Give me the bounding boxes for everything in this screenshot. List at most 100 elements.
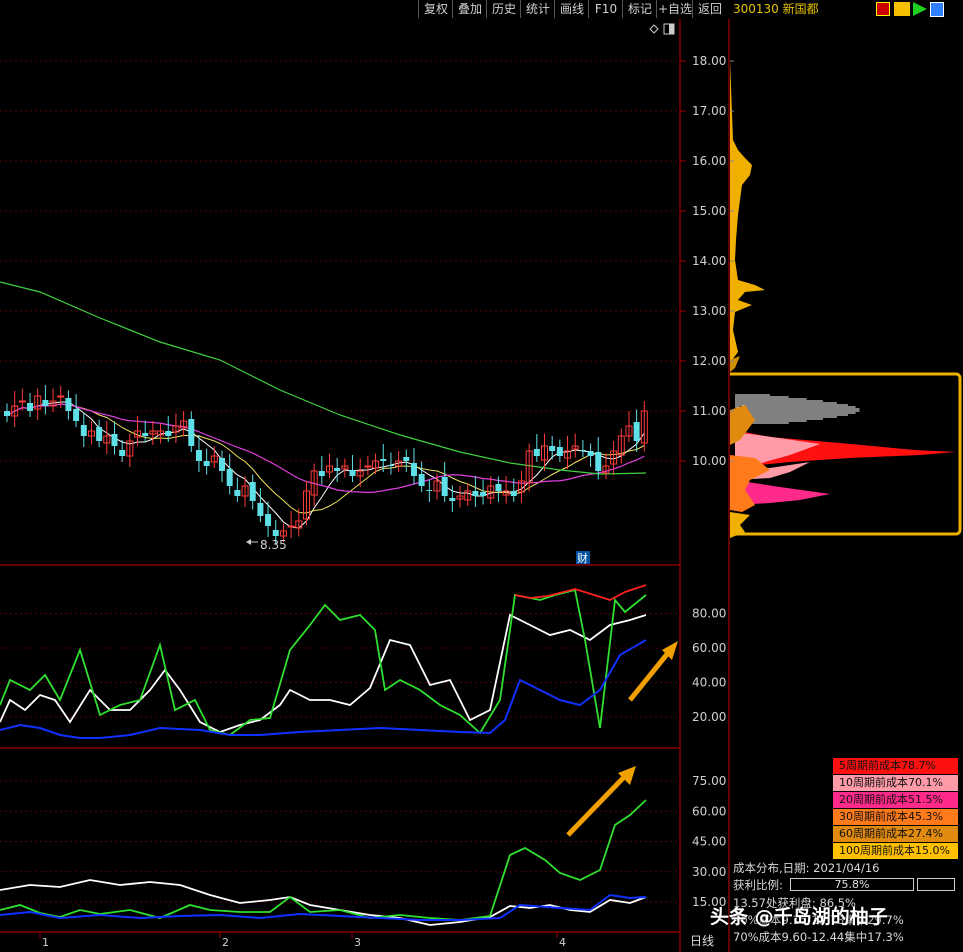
- toolbar-button-2[interactable]: 历史: [486, 0, 521, 18]
- ma5-line: [6, 401, 645, 529]
- buy-sell-icon[interactable]: [876, 2, 890, 16]
- ind2-tick-3: 30.00: [692, 865, 726, 879]
- chart-corner-icons[interactable]: [649, 23, 675, 35]
- chip-distribution-chart: [730, 60, 962, 538]
- price-tick-7: 11.00: [692, 404, 726, 418]
- chip-legend-item-3: 30周期前成本45.3%: [833, 809, 958, 825]
- ma20-line: [6, 403, 645, 494]
- top-right-icons[interactable]: [876, 2, 946, 18]
- report-icon[interactable]: [930, 2, 944, 17]
- price-tick-5: 13.00: [692, 304, 726, 318]
- candle: [57, 395, 65, 398]
- candle: [234, 490, 241, 496]
- ind2-tick-2: 45.00: [692, 835, 726, 849]
- candle: [349, 470, 356, 476]
- candle: [4, 411, 10, 416]
- candle: [111, 434, 118, 446]
- arrow-annotation-1: [628, 641, 678, 702]
- low-price-label: 8.35: [260, 538, 287, 552]
- chip-legend-item-2: 20周期前成本51.5%: [833, 792, 958, 808]
- chip-legend-item-4: 60周期前成本27.4%: [833, 826, 958, 842]
- candle: [226, 469, 233, 486]
- chip-legend-item-1: 10周期前成本70.1%: [833, 775, 958, 791]
- candle: [533, 449, 540, 456]
- ind1-tick-0: 80.00: [692, 607, 726, 621]
- profit-ratio-value: 75.8%: [834, 878, 870, 891]
- price-tick-8: 10.00: [692, 454, 726, 468]
- distribution-date: 成本分布,日期: 2021/04/16: [733, 861, 880, 875]
- stock-code-name: 300130 新国都: [733, 2, 819, 16]
- x-label-2: 3: [354, 936, 361, 949]
- chart-area[interactable]: 8.35 财 18.00 17.00 16.00 15.00 14.00 13.00 12.…: [0, 0, 730, 952]
- candle: [27, 403, 34, 411]
- candle: [426, 490, 433, 491]
- ind1-tick-1: 60.00: [692, 641, 726, 655]
- candle: [18, 400, 26, 403]
- toolbar-button-8[interactable]: 返回: [692, 0, 727, 18]
- candle: [219, 458, 225, 471]
- x-label-1: 2: [222, 936, 229, 949]
- candle: [556, 447, 563, 456]
- profit-ratio-bar: 75.8%: [790, 878, 914, 891]
- candle: [42, 400, 49, 406]
- toolbar-button-0[interactable]: 复权: [418, 0, 453, 18]
- ma10-line: [6, 403, 645, 514]
- ind1-blue-line: [0, 639, 647, 739]
- candle: [595, 452, 602, 471]
- x-label-0: 1: [42, 936, 49, 949]
- candle: [495, 484, 502, 491]
- candle: [80, 425, 87, 436]
- candle: [188, 419, 195, 446]
- candle: [441, 477, 448, 496]
- candle: [334, 468, 341, 471]
- candle: [387, 465, 394, 466]
- ind1-tick-3: 20.00: [692, 710, 726, 724]
- price-tick-1: 17.00: [692, 104, 726, 118]
- toolbar-button-4[interactable]: 画线: [554, 0, 589, 18]
- chip-profile-upper: [730, 60, 765, 360]
- ind1-red-line: [514, 584, 647, 601]
- toolbar-button-5[interactable]: F10: [588, 0, 623, 18]
- candle: [257, 503, 264, 516]
- candle: [579, 450, 586, 451]
- toolbar-button-6[interactable]: 标记: [622, 0, 657, 18]
- arrow-annotation-2: [566, 766, 636, 837]
- toolbar-button-1[interactable]: 叠加: [452, 0, 487, 18]
- watermark: 头条 @千岛湖的柚子: [710, 906, 888, 928]
- candle: [318, 471, 325, 476]
- flag-icon[interactable]: [913, 2, 927, 16]
- toolbar-button-7[interactable]: +自选: [656, 0, 693, 18]
- ind2-tick-1: 60.00: [692, 804, 726, 818]
- candle: [472, 491, 479, 496]
- candle: [203, 461, 210, 466]
- candle: [449, 498, 456, 501]
- candle: [65, 398, 72, 411]
- candle: [195, 450, 202, 461]
- toolbar: 复权 叠加 历史 统计 画线 F10 标记 +自选 返回: [0, 0, 730, 19]
- candle: [480, 492, 487, 496]
- candle: [165, 431, 172, 436]
- candle: [96, 427, 103, 441]
- ind1-tick-2: 40.00: [692, 676, 726, 690]
- candle: [272, 530, 279, 536]
- price-tick-3: 15.00: [692, 204, 726, 218]
- candle: [249, 482, 256, 501]
- x-label-3: 4: [559, 936, 566, 949]
- candle: [403, 457, 410, 461]
- play-icon[interactable]: [894, 2, 910, 16]
- price-tick-4: 14.00: [692, 254, 726, 268]
- chip-legend-item-0: 5周期前成本78.7%: [833, 758, 958, 774]
- low-price-annotation: 8.35: [246, 538, 287, 552]
- price-tick-2: 16.00: [692, 154, 726, 168]
- ind2-tick-0: 75.00: [692, 774, 726, 788]
- price-tick-6: 12.00: [692, 354, 726, 368]
- profit-line-3: 70%成本9.60-12.44集中17.3%: [733, 930, 904, 944]
- candle: [410, 463, 417, 476]
- candle: [587, 451, 594, 456]
- profit-ratio-box: [917, 878, 955, 891]
- finance-badge-label: 财: [577, 551, 588, 565]
- finance-badge[interactable]: 财: [576, 551, 590, 565]
- candle: [142, 433, 149, 436]
- toolbar-button-3[interactable]: 统计: [520, 0, 555, 18]
- timeframe-label[interactable]: 日线: [690, 932, 714, 949]
